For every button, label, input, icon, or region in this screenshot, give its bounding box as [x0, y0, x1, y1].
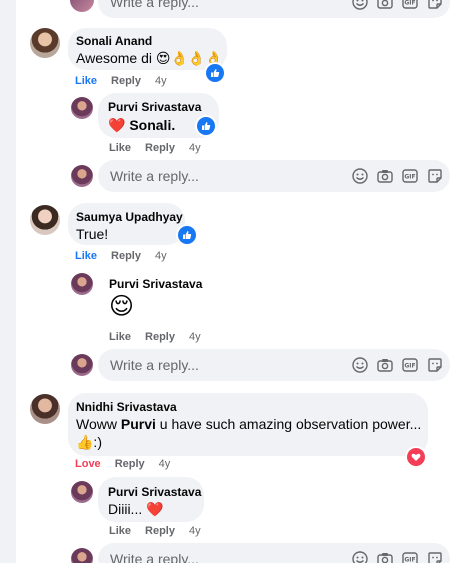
reply-actions: Like Reply 4y — [109, 142, 215, 154]
heart-emoji: ❤️ — [108, 117, 126, 133]
reply-button[interactable]: Reply — [145, 331, 175, 343]
gif-icon[interactable]: GIF — [400, 0, 419, 11]
reply-input[interactable]: Write a reply... GIF — [98, 0, 450, 18]
avatar[interactable] — [71, 354, 93, 376]
like-button[interactable]: Like — [109, 331, 131, 343]
emoji-icon[interactable] — [350, 549, 369, 563]
reply-placeholder: Write a reply... — [110, 0, 199, 10]
reply-button[interactable]: Reply — [111, 75, 141, 87]
reply-input[interactable]: Write a reply... GIF — [98, 543, 450, 563]
camera-icon[interactable] — [375, 166, 394, 185]
sticker-icon[interactable] — [425, 355, 444, 374]
relieved-emoji: 😌 — [109, 293, 135, 320]
camera-icon[interactable] — [375, 0, 394, 11]
reply-text: Diiii... ❤️ — [108, 501, 164, 517]
comment-author[interactable]: Nnidhi Srivastava — [76, 400, 177, 414]
timestamp[interactable]: 4y — [159, 458, 171, 470]
timestamp[interactable]: 4y — [155, 75, 167, 87]
avatar-saumya[interactable] — [30, 205, 60, 235]
reply-author[interactable]: Purvi Srivastava — [108, 100, 201, 114]
timestamp[interactable]: 4y — [189, 142, 201, 154]
like-button[interactable]: Like — [109, 142, 131, 154]
comments-panel: Write a reply... GIF Sonali Anand Awesom… — [16, 0, 472, 563]
avatar-purvi[interactable] — [71, 97, 93, 119]
comment-author[interactable]: Sonali Anand — [76, 34, 152, 48]
timestamp[interactable]: 4y — [189, 331, 201, 343]
reply-author[interactable]: Purvi Srivastava — [108, 485, 201, 499]
emoji-icon[interactable] — [350, 0, 369, 11]
comment-text: True! — [76, 226, 109, 242]
reply-text[interactable]: Sonali. — [129, 117, 175, 133]
gif-icon[interactable]: GIF — [400, 549, 419, 563]
reply-button[interactable]: Reply — [115, 458, 145, 470]
reply-button[interactable]: Reply — [145, 142, 175, 154]
sticker-icon[interactable] — [425, 549, 444, 563]
reply-bubble: Purvi Srivastava Diiii... ❤️ — [98, 477, 204, 522]
gif-icon[interactable]: GIF — [400, 166, 419, 185]
reply-input[interactable]: Write a reply... GIF — [98, 160, 450, 192]
avatar[interactable] — [71, 548, 93, 563]
like-badge-icon[interactable] — [197, 117, 215, 135]
like-badge-icon[interactable] — [206, 64, 224, 82]
reply-tools: GIF — [350, 549, 444, 563]
comment-author[interactable]: Saumya Upadhyay — [76, 210, 183, 224]
avatar-purvi[interactable] — [71, 273, 93, 295]
comment-actions: Like Reply 4y — [75, 75, 181, 87]
emoji-icon[interactable] — [350, 355, 369, 374]
avatar-purvi[interactable] — [71, 481, 93, 503]
reply-input[interactable]: Write a reply... GIF — [98, 349, 450, 381]
comment-text-start: Woww — [76, 416, 121, 432]
comment-actions: Like Reply 4y — [75, 250, 181, 262]
reply-tools: GIF — [350, 355, 444, 374]
comment-text-end: u have such amazing observation power... — [155, 416, 422, 432]
avatar[interactable] — [71, 165, 93, 187]
like-button[interactable]: Like — [75, 250, 97, 262]
svg-text:GIF: GIF — [404, 0, 415, 6]
emoji-icon[interactable] — [350, 166, 369, 185]
like-badge-icon[interactable] — [178, 226, 196, 244]
reply-tools: GIF — [350, 166, 444, 185]
mention-link[interactable]: Purvi — [121, 416, 156, 432]
avatar-sonali[interactable] — [30, 28, 60, 58]
avatar[interactable] — [70, 0, 94, 12]
reply-button[interactable]: Reply — [145, 525, 175, 537]
svg-text:GIF: GIF — [404, 362, 415, 369]
sticker-icon[interactable] — [425, 166, 444, 185]
comment-bubble: Saumya Upadhyay True! — [68, 203, 185, 245]
sticker-icon[interactable] — [425, 0, 444, 11]
love-badge-icon[interactable] — [407, 448, 425, 466]
camera-icon[interactable] — [375, 549, 394, 563]
reply-actions: Like Reply 4y — [109, 525, 215, 537]
svg-text:GIF: GIF — [404, 173, 415, 180]
comment-actions: Love Reply 4y — [75, 458, 184, 470]
like-button[interactable]: Like — [75, 75, 97, 87]
love-button[interactable]: Love — [75, 458, 101, 470]
camera-icon[interactable] — [375, 355, 394, 374]
comment-bubble: Sonali Anand Awesome di 😍👌👌👌 — [68, 28, 227, 70]
comment-text: Awesome di 😍👌👌👌 — [76, 50, 223, 66]
comment-text-line2: 👍:) — [76, 434, 102, 450]
reply-tools: GIF — [350, 0, 444, 11]
avatar-nnidhi[interactable] — [30, 394, 60, 424]
timestamp[interactable]: 4y — [189, 525, 201, 537]
comment-bubble: Nnidhi Srivastava Woww Purvi u have such… — [68, 393, 428, 456]
reply-button[interactable]: Reply — [111, 250, 141, 262]
reply-text-row: ❤️ Sonali. — [108, 116, 175, 134]
reply-placeholder: Write a reply... — [110, 168, 199, 184]
reply-placeholder: Write a reply... — [110, 357, 199, 373]
gif-icon[interactable]: GIF — [400, 355, 419, 374]
comment-text: Woww Purvi u have such amazing observati… — [76, 415, 421, 433]
svg-text:GIF: GIF — [404, 556, 415, 563]
reply-author[interactable]: Purvi Srivastava — [109, 277, 202, 291]
timestamp[interactable]: 4y — [155, 250, 167, 262]
reply-actions: Like Reply 4y — [109, 331, 215, 343]
like-button[interactable]: Like — [109, 525, 131, 537]
reply-placeholder: Write a reply... — [110, 551, 199, 563]
